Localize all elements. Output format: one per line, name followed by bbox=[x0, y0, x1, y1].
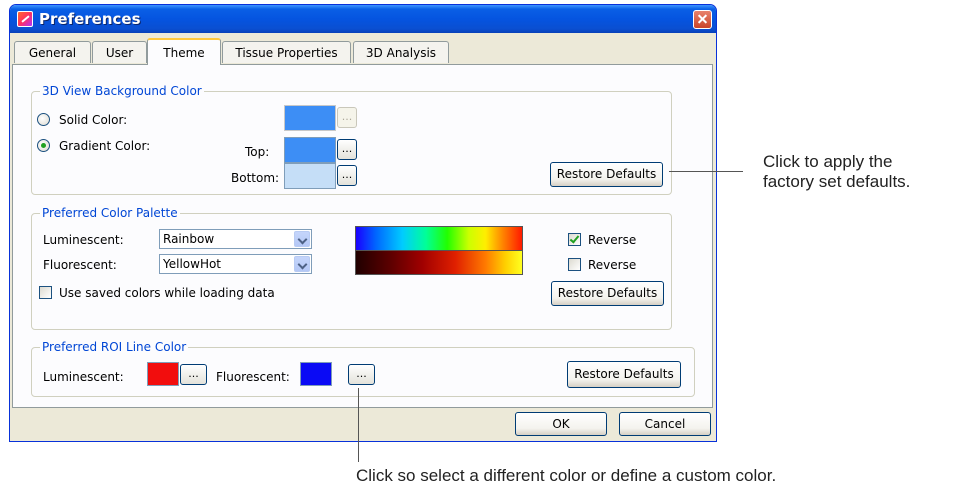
use-saved-colors-checkbox[interactable] bbox=[39, 286, 52, 299]
gradient-color-radio[interactable] bbox=[37, 139, 50, 152]
fluorescent-palette-select[interactable]: YellowHot bbox=[159, 254, 312, 274]
restore-callout-line bbox=[669, 171, 743, 172]
roi-fluorescent-pick-button[interactable]: ... bbox=[348, 364, 375, 385]
reverse-fluorescent-label: Reverse bbox=[588, 258, 637, 272]
chevron-down-icon bbox=[294, 256, 310, 272]
restore-callout-text-1: Click to apply the bbox=[763, 152, 893, 171]
roi-fluorescent-color-swatch[interactable] bbox=[300, 362, 332, 386]
luminescent-palette-select[interactable]: Rainbow bbox=[159, 229, 312, 249]
tab-3d-analysis[interactable]: 3D Analysis bbox=[353, 41, 449, 63]
solid-color-radio[interactable] bbox=[37, 113, 50, 126]
tab-label: Tissue Properties bbox=[235, 45, 338, 60]
roi-luminescent-label: Luminescent: bbox=[43, 370, 124, 384]
theme-tab-panel: 3D View Background Color Solid Color: Gr… bbox=[12, 64, 713, 408]
solid-color-label: Solid Color: bbox=[59, 113, 128, 127]
roi-fluorescent-label: Fluorescent: bbox=[216, 370, 290, 384]
ok-button[interactable]: OK bbox=[515, 412, 607, 436]
close-button[interactable] bbox=[693, 10, 712, 29]
app-icon bbox=[17, 11, 33, 27]
roi-group-legend: Preferred ROI Line Color bbox=[40, 340, 189, 354]
color-callout-text: Click so select a different color or def… bbox=[356, 466, 777, 485]
luminescent-palette-label: Luminescent: bbox=[43, 233, 124, 247]
palette-group-legend: Preferred Color Palette bbox=[40, 206, 180, 220]
color-palette-group: Preferred Color Palette bbox=[31, 206, 672, 330]
reverse-luminescent-checkbox[interactable] bbox=[568, 233, 581, 246]
window-title: Preferences bbox=[39, 10, 141, 28]
tab-label: Theme bbox=[163, 45, 205, 60]
color-callout-line bbox=[358, 388, 359, 462]
bottom-color-swatch[interactable] bbox=[284, 163, 336, 189]
title-bar[interactable]: Preferences bbox=[10, 5, 716, 33]
solid-color-swatch[interactable] bbox=[284, 105, 336, 131]
tab-label: General bbox=[28, 45, 77, 60]
tab-tissue-properties[interactable]: Tissue Properties bbox=[222, 41, 351, 63]
reverse-fluorescent-checkbox[interactable] bbox=[568, 258, 581, 271]
chevron-down-icon bbox=[294, 231, 310, 247]
restore-defaults-palette-button[interactable]: Restore Defaults bbox=[551, 281, 664, 306]
tab-theme[interactable]: Theme bbox=[147, 38, 221, 65]
luminescent-palette-value: Rainbow bbox=[163, 232, 215, 246]
tab-user[interactable]: User bbox=[92, 41, 147, 63]
solid-color-pick-button[interactable]: ... bbox=[337, 107, 357, 128]
tab-general[interactable]: General bbox=[14, 41, 91, 63]
use-saved-colors-label: Use saved colors while loading data bbox=[59, 286, 275, 300]
luminescent-palette-preview bbox=[355, 226, 523, 251]
top-label: Top: bbox=[245, 145, 270, 159]
gradient-color-label: Gradient Color: bbox=[59, 139, 151, 153]
bottom-color-pick-button[interactable]: ... bbox=[337, 165, 357, 186]
cancel-button[interactable]: Cancel bbox=[619, 412, 711, 436]
restore-defaults-roi-button[interactable]: Restore Defaults bbox=[567, 361, 681, 388]
tab-label: User bbox=[105, 45, 134, 60]
roi-luminescent-color-swatch[interactable] bbox=[147, 362, 179, 386]
fluorescent-palette-value: YellowHot bbox=[163, 257, 222, 271]
reverse-luminescent-label: Reverse bbox=[588, 233, 637, 247]
top-color-swatch[interactable] bbox=[284, 137, 336, 163]
restore-callout-text-2: factory set defaults. bbox=[763, 172, 911, 191]
fluorescent-palette-label: Fluorescent: bbox=[43, 258, 117, 272]
tab-label: 3D Analysis bbox=[365, 45, 437, 60]
background-group-legend: 3D View Background Color bbox=[40, 84, 204, 98]
top-color-pick-button[interactable]: ... bbox=[337, 139, 357, 160]
restore-defaults-background-button[interactable]: Restore Defaults bbox=[550, 162, 663, 187]
bottom-label: Bottom: bbox=[231, 171, 280, 185]
fluorescent-palette-preview bbox=[355, 250, 523, 275]
preferences-dialog: Preferences General User Theme Tissue Pr… bbox=[9, 4, 717, 442]
roi-luminescent-pick-button[interactable]: ... bbox=[180, 364, 207, 385]
